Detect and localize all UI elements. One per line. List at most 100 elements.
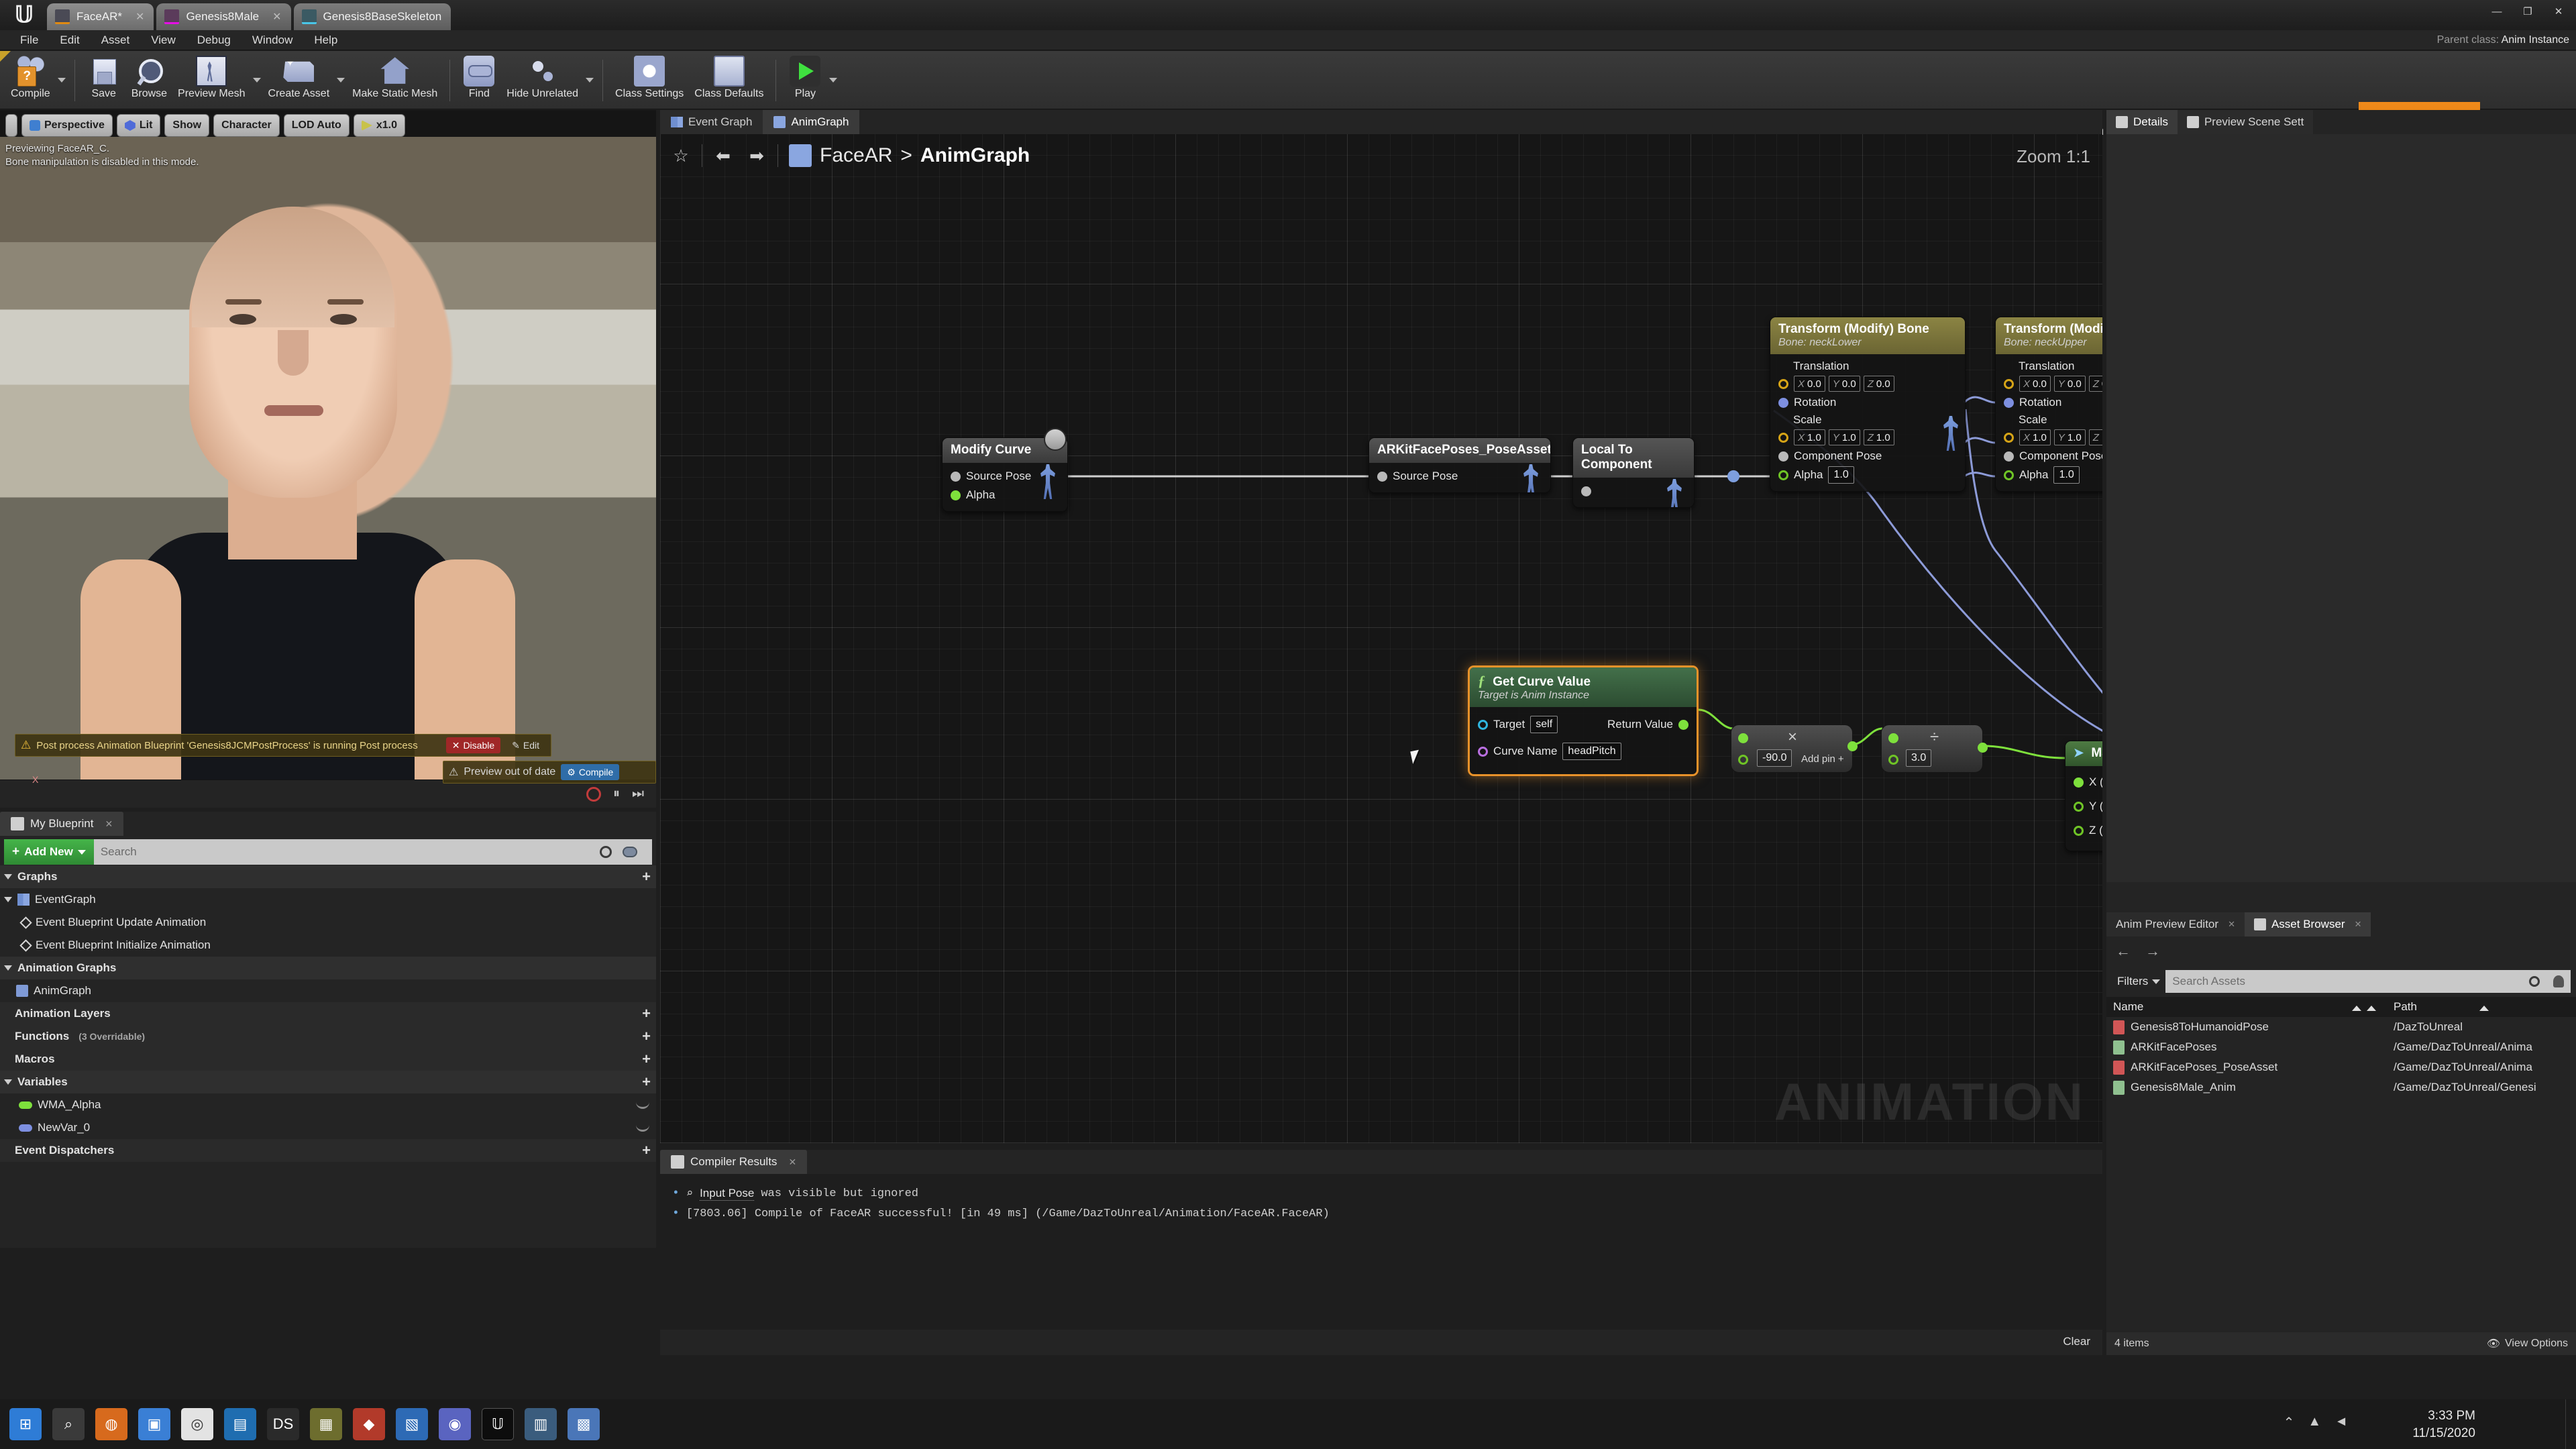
pause-button[interactable]: ⏸ <box>613 786 620 802</box>
unreal-engine-icon[interactable]: 𝕌 <box>482 1408 514 1440</box>
class-settings-button[interactable]: Class Settings <box>610 53 689 108</box>
preview-mesh-button[interactable]: Preview Mesh <box>172 53 250 108</box>
step-forward-button[interactable]: ⏭ <box>632 786 644 802</box>
calculator-icon[interactable]: ▩ <box>568 1408 600 1440</box>
pin-component-pose[interactable]: Component Pose <box>1778 416 1958 466</box>
close-icon[interactable]: ✕ <box>2355 919 2362 930</box>
table-row[interactable]: Genesis8Male_Anim /Game/DazToUnreal/Gene… <box>2106 1077 2576 1097</box>
window-tab-genesis8baseskeleton[interactable]: Genesis8BaseSkeleton <box>293 3 451 30</box>
divide-operand-field[interactable]: 3.0 <box>1906 749 1932 767</box>
asset-search-input[interactable]: Search Assets <box>2165 970 2571 993</box>
pin-translation[interactable]: X0.0 Y0.0 Z0.0 <box>1778 374 1957 393</box>
node-get-curve-value[interactable]: ƒ Get Curve Value Target is Anim Instanc… <box>1468 665 1699 776</box>
create-asset-caret[interactable] <box>335 53 347 108</box>
node-transform-modify-bone-necklower[interactable]: Transform (Modify) Bone Bone: neckLower … <box>1770 317 1966 492</box>
list-item-newvar0[interactable]: NewVar_0 <box>0 1116 656 1139</box>
play-caret[interactable] <box>827 53 839 108</box>
list-item-animgraph[interactable]: AnimGraph <box>0 979 656 1002</box>
create-asset-button[interactable]: Create Asset <box>263 53 335 108</box>
bookmark-star-icon[interactable]: ☆ <box>664 140 698 172</box>
pin-source-pose[interactable]: Source Pose <box>951 464 1059 499</box>
viewport-playrate-button[interactable]: x1.0 <box>353 114 405 137</box>
section-animation-graphs[interactable]: Animation Graphs <box>0 957 656 979</box>
translation-y-field[interactable]: Y 0.0 <box>2053 376 2086 392</box>
menu-edit[interactable]: Edit <box>49 30 90 50</box>
scale-z-field[interactable]: Z1.0 <box>1863 429 1894 445</box>
close-icon[interactable]: ✕ <box>136 10 144 23</box>
details-panel-content[interactable] <box>2106 134 2576 882</box>
translation-x-field[interactable]: X 0.0 <box>1794 376 1825 392</box>
compile-preview-button[interactable]: ⚙ Compile <box>561 764 620 780</box>
viewport-lod-button[interactable]: LOD Auto <box>283 114 350 137</box>
compile-caret[interactable] <box>56 53 68 108</box>
window-tab-genesis8male[interactable]: Genesis8Male ✕ <box>156 3 291 30</box>
list-item-initialize-animation[interactable]: Event Blueprint Initialize Animation <box>0 934 656 957</box>
disable-button[interactable]: ✕ Disable <box>445 737 501 753</box>
viewport-lit-button[interactable]: Lit <box>116 114 161 137</box>
pin-alpha[interactable]: Alpha <box>951 486 1059 504</box>
scale-x-field[interactable]: X 1.0 <box>1794 429 1825 445</box>
add-macro-button[interactable]: + <box>642 1051 651 1068</box>
section-event-dispatchers[interactable]: Event Dispatchers + <box>0 1139 656 1162</box>
discord-icon[interactable]: ◉ <box>439 1408 471 1440</box>
chrome-icon[interactable]: ◎ <box>181 1408 213 1440</box>
node-make-rotator[interactable]: ➤ Make Rotator X (Roll) Return Value <box>2065 741 2102 851</box>
menu-asset[interactable]: Asset <box>91 30 141 50</box>
menu-window[interactable]: Window <box>241 30 303 50</box>
viewport-character-button[interactable]: Character <box>213 114 280 137</box>
scale-y-field[interactable]: Y 1.0 <box>2053 429 2086 445</box>
menu-help[interactable]: Help <box>303 30 348 50</box>
section-variables[interactable]: Variables + <box>0 1071 656 1093</box>
alpha-field[interactable]: 1.0 <box>2053 466 2080 484</box>
tab-anim-preview-editor[interactable]: Anim Preview Editor ✕ <box>2106 912 2245 936</box>
node-arkit-faceposes-poseasset[interactable]: ARKitFacePoses_PoseAsset Source Pose <box>1368 437 1551 493</box>
pin-rotation[interactable]: Rotation <box>1778 393 1957 412</box>
menu-debug[interactable]: Debug <box>186 30 241 50</box>
node-local-to-component[interactable]: Local To Component <box>1572 437 1695 508</box>
node-divide[interactable]: ÷ 3.0 <box>1881 724 1988 773</box>
browse-button[interactable]: Browse <box>126 53 172 108</box>
breadcrumb-animgraph[interactable]: AnimGraph <box>920 144 1030 167</box>
view-options-button[interactable]: 👁 View Options <box>2487 1337 2568 1350</box>
add-graph-button[interactable]: + <box>642 868 651 885</box>
translation-z-field[interactable]: Z0.0 <box>2088 376 2102 392</box>
add-variable-button[interactable]: + <box>642 1073 651 1091</box>
pin-alpha[interactable]: Alpha 1.0 <box>1778 466 1957 484</box>
forward-arrow-icon[interactable]: → <box>2145 943 2160 960</box>
scale-z-field[interactable]: Z1.0 <box>2088 429 2102 445</box>
my-blueprint-search-input[interactable]: Search <box>93 839 652 865</box>
list-item-eventgraph[interactable]: EventGraph <box>0 888 656 911</box>
chevron-up-icon[interactable]: ⌃ <box>2284 1414 2295 1431</box>
translation-x-field[interactable]: X 0.0 <box>2019 376 2051 392</box>
close-icon[interactable]: ✕ <box>788 1157 796 1168</box>
viewport-show-button[interactable]: Show <box>164 114 210 137</box>
tab-asset-browser[interactable]: Asset Browser ✕ <box>2244 912 2371 936</box>
pin-pose[interactable] <box>1581 479 1686 507</box>
table-row[interactable]: ARKitFacePoses /Game/DazToUnreal/Anima <box>2106 1037 2576 1057</box>
minimize-button[interactable]: — <box>2482 3 2512 21</box>
maximize-button[interactable]: ❐ <box>2513 3 2542 21</box>
translation-y-field[interactable]: Y 0.0 <box>1828 376 1860 392</box>
close-icon[interactable]: ✕ <box>105 818 113 830</box>
preview-mesh-caret[interactable] <box>251 53 263 108</box>
add-event-dispatcher-button[interactable]: + <box>642 1142 651 1159</box>
volume-icon[interactable]: ◄ <box>2334 1414 2348 1431</box>
scale-x-field[interactable]: X 1.0 <box>2019 429 2051 445</box>
play-button[interactable]: Play <box>783 53 827 108</box>
tab-anim-graph[interactable]: AnimGraph <box>763 110 860 134</box>
pin-x-roll[interactable]: X (Roll) Return Value <box>2074 770 2102 794</box>
table-row[interactable]: ARKitFacePoses_PoseAsset /Game/DazToUnre… <box>2106 1057 2576 1077</box>
show-desktop-button[interactable] <box>2565 1399 2576 1449</box>
pin-source-pose[interactable]: Source Pose <box>1377 464 1542 492</box>
photos-icon[interactable]: ▧ <box>396 1408 428 1440</box>
tab-my-blueprint[interactable]: My Blueprint ✕ <box>0 812 124 836</box>
column-header-path[interactable]: Path <box>2388 1000 2576 1014</box>
start-button-icon[interactable]: ⊞ <box>9 1408 42 1440</box>
compile-button[interactable]: Compile <box>5 53 56 108</box>
node-multiply[interactable]: × -90.0 Add pin + <box>1731 724 1858 773</box>
pin-scale[interactable]: X1.0 Y1.0 Z1.0 <box>1778 428 1957 447</box>
forward-arrow-icon[interactable]: ➡ <box>740 140 773 172</box>
viewport-perspective-button[interactable]: Perspective <box>21 114 113 137</box>
make-static-mesh-button[interactable]: Make Static Mesh <box>347 53 443 108</box>
find-button[interactable]: Find <box>457 53 501 108</box>
